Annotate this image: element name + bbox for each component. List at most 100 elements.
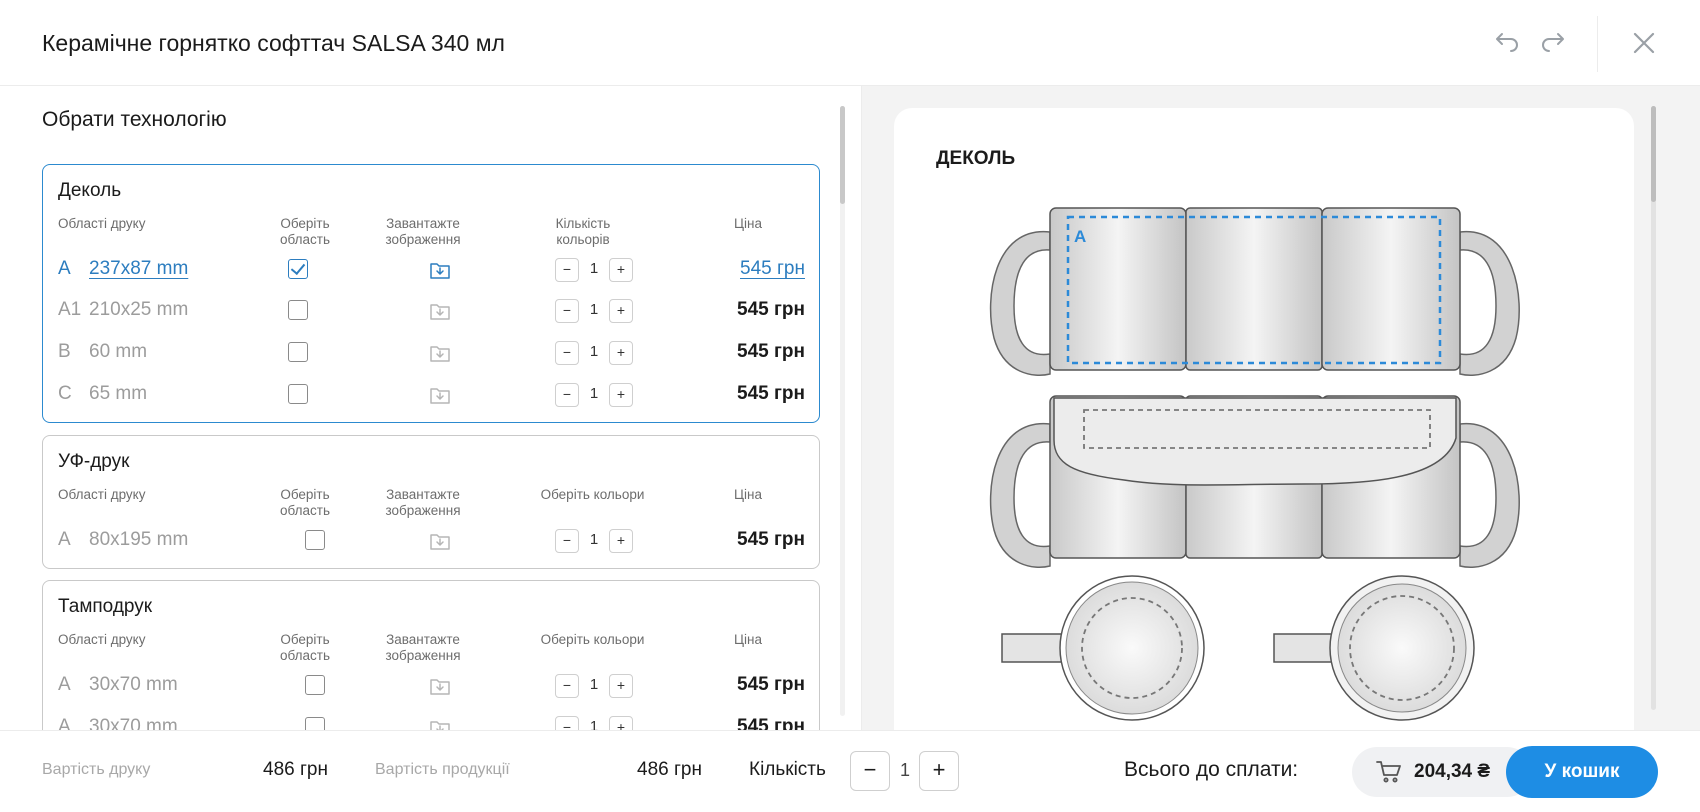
area-row: A 30x70 mm − 1 + 545 грн <box>43 665 821 707</box>
product-cost-label: Вартість продукції <box>375 761 510 778</box>
add-to-cart-button[interactable]: У кошик <box>1506 746 1658 798</box>
mug-band-view <box>989 395 1520 568</box>
upload-icon[interactable] <box>429 258 451 280</box>
colors-value: 1 <box>589 531 599 548</box>
cart-icon <box>1376 760 1402 784</box>
increment-button[interactable]: + <box>609 258 633 282</box>
upload-icon[interactable] <box>429 674 451 696</box>
price-value: 545 грн <box>737 529 805 550</box>
price-value: 545 грн <box>737 299 805 320</box>
decrement-button[interactable]: − <box>555 341 579 365</box>
col-header-price: Ціна <box>734 487 762 502</box>
col-header-select: Оберіть область <box>280 487 330 518</box>
increment-button[interactable]: + <box>609 341 633 365</box>
product-customizer-modal: Керамічне горнятко софттач SALSA 340 мл … <box>0 0 1700 812</box>
price-value: 545 грн <box>737 716 805 730</box>
col-header-area: Області друку <box>58 487 146 502</box>
undo-icon[interactable] <box>1492 28 1522 58</box>
col-header-price: Ціна <box>734 216 762 231</box>
tech-card-title: Тамподрук <box>58 596 153 617</box>
colors-value: 1 <box>589 718 599 730</box>
upload-icon[interactable] <box>429 716 451 730</box>
col-header-upload: Завантажте зображення <box>385 632 461 663</box>
cart-summary[interactable]: 204,34 ₴ <box>1352 747 1532 797</box>
colors-value: 1 <box>589 260 599 277</box>
upload-icon[interactable] <box>429 299 451 321</box>
colors-value: 1 <box>589 301 599 318</box>
upload-icon[interactable] <box>429 529 451 551</box>
col-header-colors: Оберіть кольори <box>540 632 645 647</box>
area-label[interactable]: A 80x195 mm <box>58 529 188 551</box>
area-checkbox[interactable] <box>288 384 308 404</box>
area-checkbox[interactable] <box>288 259 308 279</box>
col-header-area: Області друку <box>58 216 146 231</box>
area-label[interactable]: A 237x87 mm <box>58 258 188 280</box>
increment-button[interactable]: + <box>609 716 633 730</box>
col-header-colors: Оберіть кольори <box>540 487 645 502</box>
area-checkbox[interactable] <box>305 717 325 730</box>
decrement-button[interactable]: − <box>555 299 579 323</box>
technology-panel: Обрати технологію Деколь Області друку О… <box>0 86 862 730</box>
increment-button[interactable]: + <box>609 299 633 323</box>
area-label[interactable]: C 65 mm <box>58 383 147 405</box>
area-row: A 30x70 mm − 1 + 545 грн <box>43 707 821 730</box>
tech-card-pad-print[interactable]: Тамподрук Області друку Оберіть область … <box>42 580 820 730</box>
col-header-area: Області друку <box>58 632 146 647</box>
area-checkbox[interactable] <box>288 300 308 320</box>
mug-top-view-left <box>1001 575 1205 721</box>
close-icon[interactable] <box>1628 27 1660 59</box>
tech-card-title: Деколь <box>58 180 122 201</box>
decrement-button[interactable]: − <box>555 529 579 553</box>
increment-button[interactable]: + <box>609 383 633 407</box>
area-label[interactable]: B 60 mm <box>58 341 147 363</box>
page-title: Керамічне горнятко софттач SALSA 340 мл <box>42 30 505 56</box>
decrement-button[interactable]: − <box>555 674 579 698</box>
quantity-value[interactable]: 1 <box>896 760 914 781</box>
price-value[interactable]: 545 грн <box>740 258 805 280</box>
area-label[interactable]: A 30x70 mm <box>58 674 178 696</box>
price-value: 545 грн <box>737 674 805 695</box>
area-checkbox[interactable] <box>305 675 325 695</box>
print-area-label: A <box>1074 227 1086 246</box>
cart-total-value: 204,34 ₴ <box>1414 761 1491 782</box>
decrement-button[interactable]: − <box>555 383 579 407</box>
area-row: A 80x195 mm − 1 + 545 грн <box>43 520 821 562</box>
area-checkbox[interactable] <box>305 530 325 550</box>
preview-scrollbar-thumb[interactable] <box>1651 106 1656 202</box>
decrement-button[interactable]: − <box>555 258 579 282</box>
increment-button[interactable]: + <box>609 674 633 698</box>
total-label: Всього до сплати: <box>1124 758 1299 781</box>
upload-icon[interactable] <box>429 341 451 363</box>
mug-top-view-right <box>1273 575 1475 721</box>
product-cost-value: 486 грн <box>637 759 702 780</box>
preview-panel: ДЕКОЛЬ A <box>862 86 1700 730</box>
area-row: A 237x87 mm − 1 + 545 грн <box>43 249 821 291</box>
colors-value: 1 <box>589 343 599 360</box>
left-scrollbar-thumb[interactable] <box>840 106 845 204</box>
area-row: B 60 mm − 1 + 545 грн <box>43 332 821 374</box>
tech-card-title: УФ-друк <box>58 451 130 472</box>
col-header-select: Оберіть область <box>280 632 330 663</box>
tech-card-uv[interactable]: УФ-друк Області друку Оберіть область За… <box>42 435 820 569</box>
section-title: Обрати технологію <box>42 108 227 131</box>
decrement-button[interactable]: − <box>555 716 579 730</box>
col-header-price: Ціна <box>734 632 762 647</box>
redo-icon[interactable] <box>1538 28 1568 58</box>
mug-templates-image: A <box>989 207 1520 721</box>
area-label[interactable]: A1 210x25 mm <box>58 299 188 321</box>
print-cost-value: 486 грн <box>263 759 328 780</box>
quantity-increment-button[interactable]: + <box>919 751 959 791</box>
colors-value: 1 <box>589 676 599 693</box>
price-value: 545 грн <box>737 383 805 404</box>
area-checkbox[interactable] <box>288 342 308 362</box>
modal-header: Керамічне горнятко софттач SALSA 340 мл <box>0 0 1700 86</box>
preview-title: ДЕКОЛЬ <box>936 148 1016 169</box>
col-header-select: Оберіть область <box>280 216 330 247</box>
increment-button[interactable]: + <box>609 529 633 553</box>
upload-icon[interactable] <box>429 383 451 405</box>
area-label[interactable]: A 30x70 mm <box>58 716 178 730</box>
quantity-decrement-button[interactable]: − <box>850 751 890 791</box>
col-header-colors: Кількість кольорів <box>555 216 611 247</box>
tech-card-decol[interactable]: Деколь Області друку Оберіть область Зав… <box>42 164 820 423</box>
header-divider <box>1597 16 1598 72</box>
